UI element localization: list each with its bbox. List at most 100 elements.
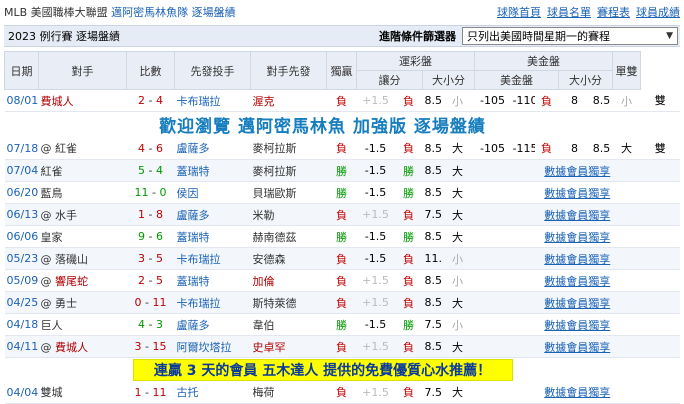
moneyline-result: 負 <box>326 381 357 404</box>
starting-pitcher[interactable]: 蓋瑞特 <box>174 269 251 292</box>
opponent-name[interactable]: 巨人 <box>41 319 63 332</box>
opponent-pitcher[interactable]: 貝瑞歐斯 <box>250 181 327 204</box>
opponent-pitcher[interactable]: 斯特萊德 <box>250 291 327 314</box>
game-date[interactable]: 05/23 <box>4 247 39 270</box>
game-date[interactable]: 08/01 <box>4 89 39 112</box>
starting-pitcher[interactable]: 侯因 <box>174 181 251 204</box>
opponent-name[interactable]: 響尾蛇 <box>55 275 88 288</box>
game-date[interactable]: 04/11 <box>4 335 39 358</box>
opponent-pitcher[interactable]: 麥柯拉斯 <box>250 159 327 182</box>
score-team: 3 <box>134 340 142 353</box>
member-only-link[interactable]: 數據會員獨享 <box>474 159 680 182</box>
game-date[interactable]: 04/04 <box>4 381 39 404</box>
opponent-cell: @ 響尾蛇 <box>38 269 127 292</box>
score-opponent: 5 <box>155 252 163 265</box>
score-cell: 4 - 6 <box>126 137 175 160</box>
member-only-link[interactable]: 數據會員獨享 <box>474 335 680 358</box>
opponent-name[interactable]: 落磯山 <box>55 253 88 266</box>
spread-line: +1.5 <box>356 291 395 314</box>
starting-pitcher[interactable]: 蓋瑞特 <box>174 159 251 182</box>
score-cell: 3 - 5 <box>126 247 175 270</box>
promo-banner[interactable]: 連贏 3 天的會員 五木達人 提供的免費優質心水推薦！ <box>132 358 513 381</box>
score-cell: 4 - 3 <box>126 313 175 336</box>
spread-line: +1.5 <box>356 203 395 226</box>
starting-pitcher[interactable]: 盧薩多 <box>174 137 251 160</box>
score-cell: 2 - 5 <box>126 269 175 292</box>
usd-total-a: 8 <box>558 137 591 160</box>
starting-pitcher[interactable]: 卡布瑞拉 <box>174 291 251 314</box>
starting-pitcher[interactable]: 盧薩多 <box>174 313 251 336</box>
opponent-cell: 雙城 <box>38 381 127 404</box>
opponent-pitcher[interactable]: 梅荷 <box>250 381 327 404</box>
schedule-link[interactable]: 賽程表 <box>597 4 630 20</box>
opponent-name[interactable]: 勇士 <box>55 297 77 310</box>
filter-select[interactable]: 只列出美國時間星期一的賽程 ▼ <box>462 27 678 45</box>
opponent-name[interactable]: 費城人 <box>41 95 74 108</box>
opponent-name[interactable]: 紅雀 <box>41 165 63 178</box>
game-date[interactable]: 04/18 <box>4 313 39 336</box>
opponent-pitcher[interactable]: 米勒 <box>250 203 327 226</box>
league-link[interactable]: MLB 美國職棒大聯盟 <box>4 6 108 19</box>
total-line: 11.5 <box>422 247 441 270</box>
total-result: 大 <box>440 181 475 204</box>
opponent-cell: @ 水手 <box>38 203 127 226</box>
game-date[interactable]: 06/06 <box>4 225 39 248</box>
spread-result: 負 <box>394 381 423 404</box>
member-only-link[interactable]: 數據會員獨享 <box>474 225 680 248</box>
member-only-link[interactable]: 數據會員獨享 <box>474 247 680 270</box>
score-team: 2 <box>138 94 146 107</box>
starting-pitcher[interactable]: 古托 <box>174 381 251 404</box>
game-date[interactable]: 06/20 <box>4 181 39 204</box>
starting-pitcher[interactable]: 卡布瑞拉 <box>174 89 251 112</box>
score-cell: 5 - 4 <box>126 159 175 182</box>
promo-row: 連贏 3 天的會員 五木達人 提供的免費優質心水推薦！ <box>5 358 681 382</box>
opponent-name[interactable]: 費城人 <box>55 341 88 354</box>
player-stats-link[interactable]: 球員成績 <box>636 4 680 20</box>
starting-pitcher[interactable]: 蓋瑞特 <box>174 225 251 248</box>
member-only-link[interactable]: 數據會員獨享 <box>474 313 680 336</box>
table-row: 04/11 @ 費城人 3 - 15 阿爾坎塔拉 史卓罕負 +1.5 負 8.5 大數據會員獨享 <box>4 335 680 358</box>
opponent-pitcher[interactable]: 渥克 <box>250 89 327 112</box>
member-only-link[interactable]: 數據會員獨享 <box>474 291 680 314</box>
table-row: 05/23@ 落磯山3 - 5卡布瑞拉安德森負-1.5負11.5小數據會員獨享 <box>4 247 680 270</box>
opponent-name[interactable]: 皇家 <box>41 231 63 244</box>
opponent-pitcher[interactable]: 韋伯 <box>250 313 327 336</box>
total-result: 大 <box>440 137 475 160</box>
game-date[interactable]: 05/09 <box>4 269 39 292</box>
total-result: 大 <box>440 225 475 248</box>
game-date[interactable]: 06/13 <box>4 203 39 226</box>
opponent-name[interactable]: 紅雀 <box>55 142 77 155</box>
member-only-link[interactable]: 數據會員獨享 <box>474 269 680 292</box>
member-only-link[interactable]: 數據會員獨享 <box>474 203 680 226</box>
opponent-pitcher[interactable]: 加倫 <box>250 269 327 292</box>
score-opponent: 0 <box>159 186 167 199</box>
score-team: 1 <box>134 385 142 399</box>
opponent-cell: @ 費城人 <box>38 335 127 358</box>
starting-pitcher[interactable]: 阿爾坎塔拉 <box>174 335 251 358</box>
total-line: 8.5 <box>422 159 441 182</box>
opponent-name[interactable]: 雙城 <box>41 386 63 399</box>
starting-pitcher[interactable]: 卡布瑞拉 <box>174 247 251 270</box>
opponent-pitcher[interactable]: 麥柯拉斯 <box>250 137 327 160</box>
usd-result: 負 <box>534 137 559 160</box>
member-only-link[interactable]: 數據會員獨享 <box>474 381 680 404</box>
top-bar: MLB 美國職棒大聯盟 邁阿密馬林魚隊 逐場盤績 球隊首頁 球員名單 賽程表 球… <box>4 3 680 21</box>
opponent-pitcher[interactable]: 史卓罕 <box>250 335 327 358</box>
team-nav: 球隊首頁 球員名單 賽程表 球員成績 <box>497 4 680 20</box>
opponent-pitcher[interactable]: 安德森 <box>250 247 327 270</box>
starting-pitcher[interactable]: 盧薩多 <box>174 203 251 226</box>
opponent-pitcher[interactable]: 赫南德茲 <box>250 225 327 248</box>
team-home-link[interactable]: 球隊首頁 <box>497 4 541 20</box>
spread-line: +1.5 <box>356 381 395 404</box>
spread-result: 勝 <box>394 159 423 182</box>
score-team: 4 <box>138 318 146 331</box>
game-date[interactable]: 07/18 <box>4 137 39 160</box>
roster-link[interactable]: 球員名單 <box>547 4 591 20</box>
opponent-name[interactable]: 藍鳥 <box>41 187 63 200</box>
game-date[interactable]: 07/04 <box>4 159 39 182</box>
game-date[interactable]: 04/25 <box>4 291 39 314</box>
member-only-link[interactable]: 數據會員獨享 <box>474 181 680 204</box>
score-opponent: 4 <box>155 164 163 177</box>
opponent-name[interactable]: 水手 <box>55 209 77 222</box>
score-opponent: 6 <box>155 230 163 243</box>
